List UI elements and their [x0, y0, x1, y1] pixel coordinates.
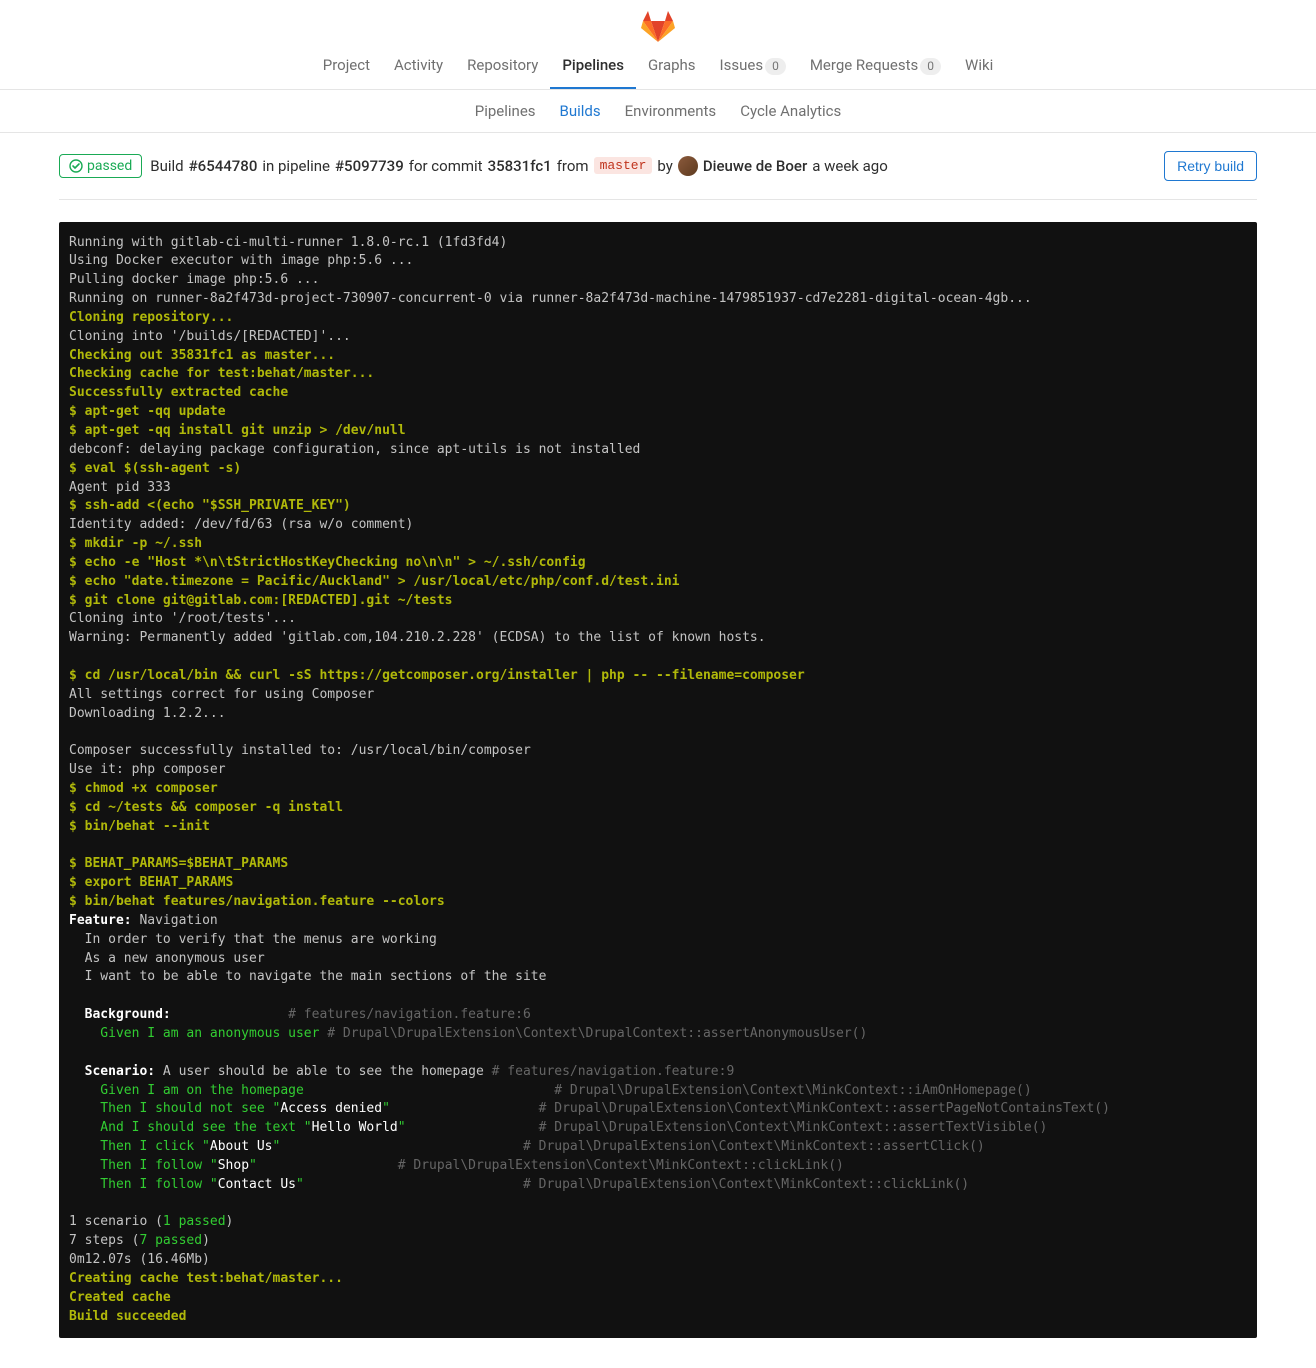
main-nav: ProjectActivityRepositoryPipelinesGraphs…: [0, 48, 1316, 89]
retry-build-button[interactable]: Retry build: [1164, 151, 1257, 181]
for-commit-text: for commit: [409, 157, 483, 175]
build-log[interactable]: Running with gitlab-ci-multi-runner 1.8.…: [59, 222, 1257, 1339]
sub-nav-cycle-analytics[interactable]: Cycle Analytics: [728, 90, 853, 132]
check-circle-icon: [69, 159, 83, 173]
main-nav-project[interactable]: Project: [311, 48, 382, 89]
in-pipeline-text: in pipeline: [262, 157, 330, 175]
avatar[interactable]: [678, 156, 698, 176]
build-header: passed Build #6544780 in pipeline #50977…: [59, 133, 1257, 200]
main-nav-activity[interactable]: Activity: [382, 48, 455, 89]
sub-nav: PipelinesBuildsEnvironmentsCycle Analyti…: [0, 90, 1316, 132]
sub-nav-builds[interactable]: Builds: [548, 90, 613, 132]
sub-nav-pipelines[interactable]: Pipelines: [463, 90, 548, 132]
main-nav-graphs[interactable]: Graphs: [636, 48, 708, 89]
pipeline-id[interactable]: #5097739: [335, 157, 404, 175]
status-badge: passed: [59, 154, 142, 178]
build-time: a week ago: [812, 157, 888, 175]
by-text: by: [657, 157, 672, 175]
main-nav-wiki[interactable]: Wiki: [953, 48, 1005, 89]
build-id[interactable]: #6544780: [189, 157, 258, 175]
main-nav-repository[interactable]: Repository: [455, 48, 550, 89]
build-word: Build: [150, 157, 183, 175]
main-nav-pipelines[interactable]: Pipelines: [550, 48, 636, 89]
main-nav-merge-requests[interactable]: Merge Requests0: [798, 48, 953, 89]
count-badge: 0: [765, 58, 786, 75]
sub-nav-environments[interactable]: Environments: [613, 90, 729, 132]
count-badge: 0: [920, 58, 941, 75]
commit-sha[interactable]: 35831fc1: [488, 157, 552, 175]
gitlab-logo-icon: [640, 8, 676, 44]
author-name[interactable]: Dieuwe de Boer: [703, 157, 807, 175]
main-nav-issues[interactable]: Issues0: [708, 48, 798, 89]
from-text: from: [557, 157, 589, 175]
ref-label[interactable]: master: [594, 157, 653, 174]
status-text: passed: [87, 158, 132, 174]
